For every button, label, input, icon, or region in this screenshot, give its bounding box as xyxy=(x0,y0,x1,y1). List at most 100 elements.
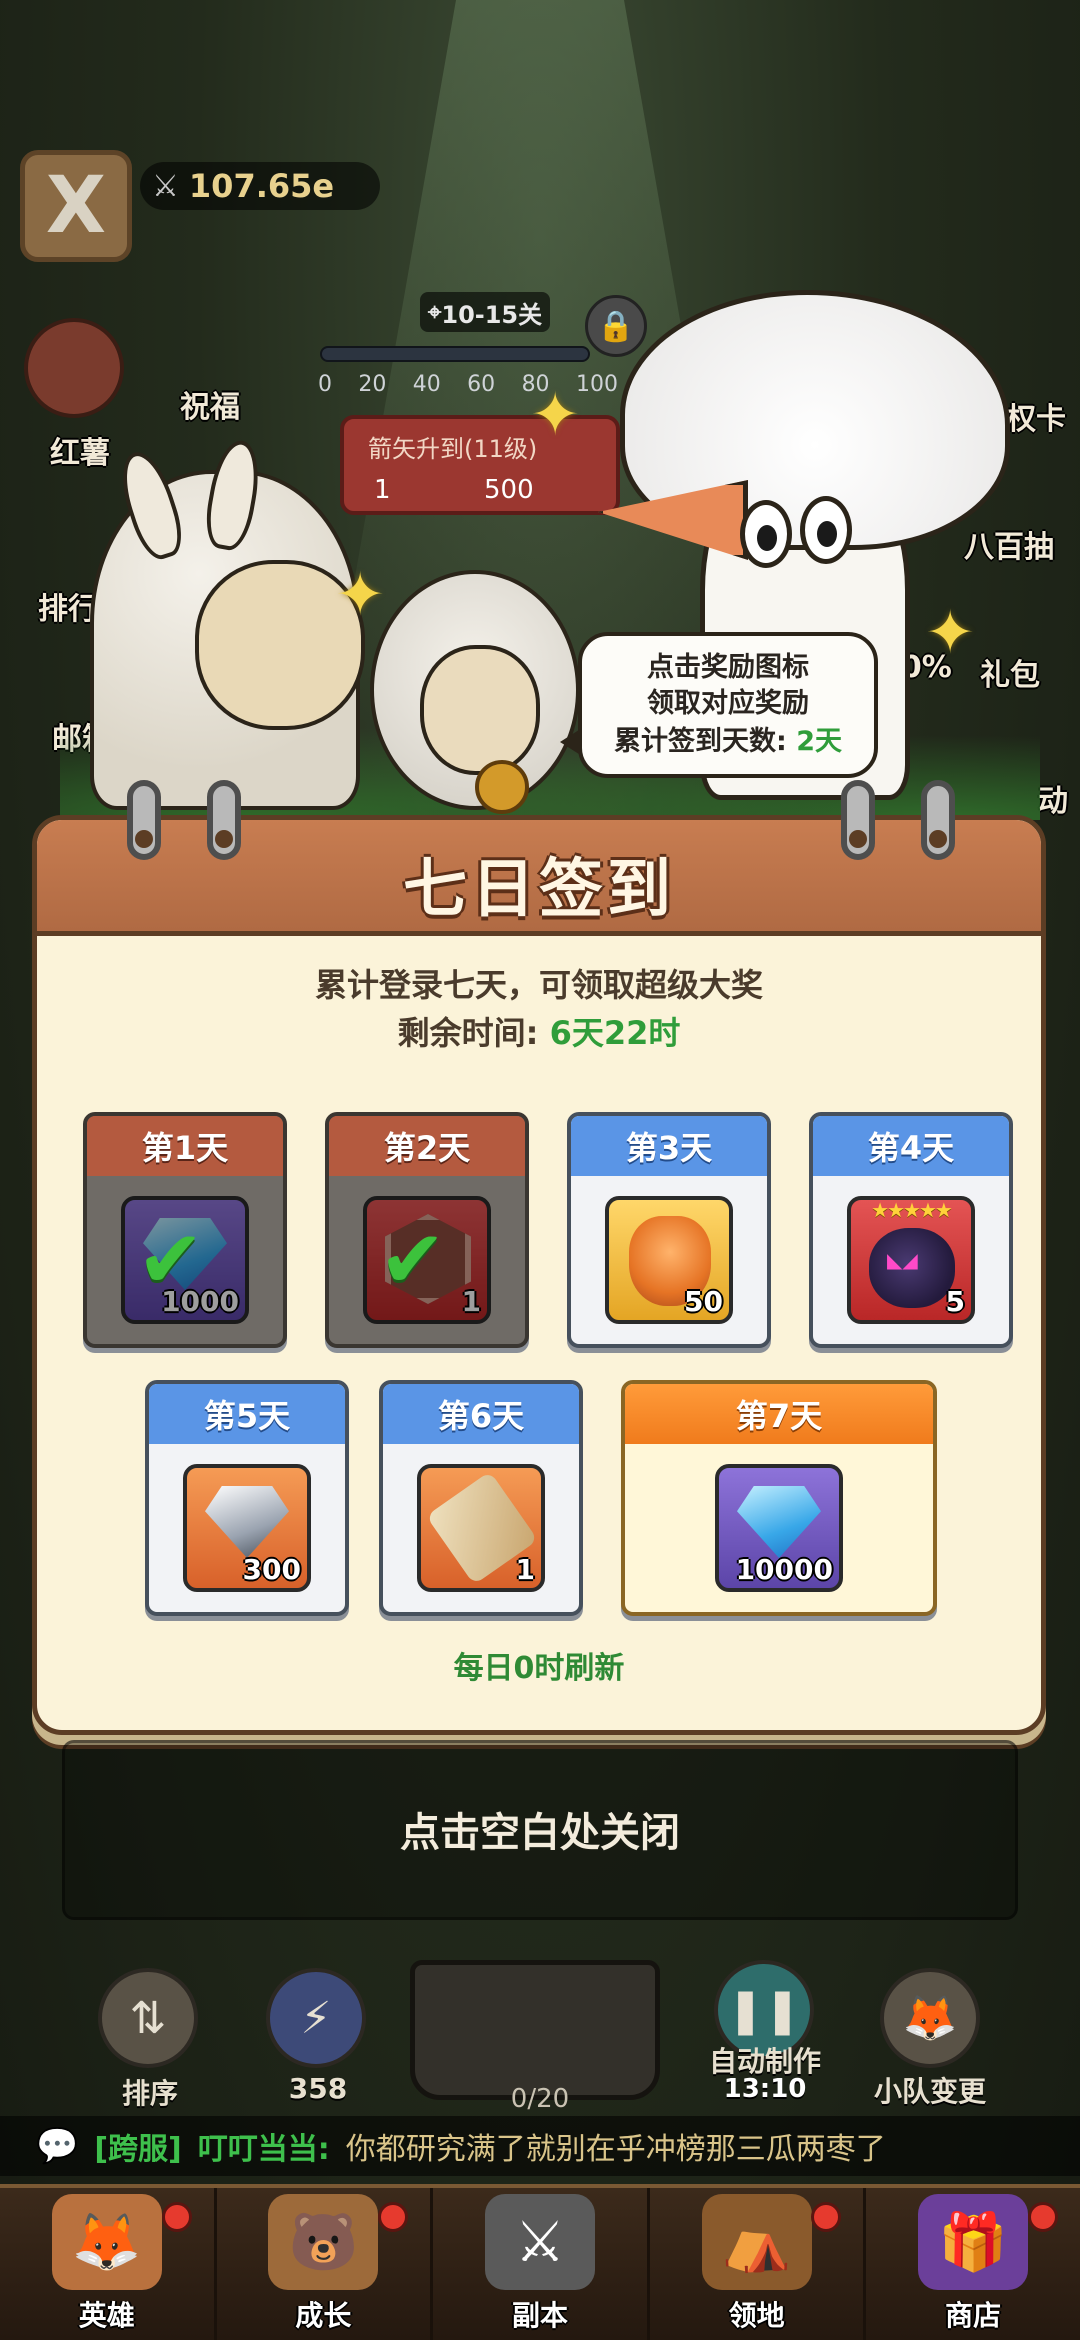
nav-heroes[interactable]: 🦊 英雄 xyxy=(0,2188,217,2340)
day-card-7[interactable]: 第7天 10000 xyxy=(621,1380,937,1616)
signin-days-value: 2天 xyxy=(796,726,842,757)
reward-count: 5 xyxy=(945,1285,965,1318)
sort-label: 排序 xyxy=(121,2077,178,2110)
stage-reward-title: 箭矢升到(11级) xyxy=(368,435,538,463)
squad-change-label: 小队变更 xyxy=(873,2075,986,2108)
nav-label: 成长 xyxy=(295,2299,352,2332)
reward-slot[interactable]: 50 xyxy=(605,1196,733,1324)
nav-shop[interactable]: 🎁 商店 xyxy=(866,2188,1080,2340)
nav-dungeon[interactable]: ⚔ 副本 xyxy=(433,2188,650,2340)
checkmark-icon: ✔ xyxy=(379,1213,447,1306)
sweet-potato-icon[interactable] xyxy=(24,318,124,418)
bell-icon xyxy=(475,760,529,814)
close-button[interactable]: X xyxy=(20,150,132,262)
day-card-header: 第5天 xyxy=(149,1384,345,1444)
nav-territory[interactable]: ⛺ 领地 xyxy=(650,2188,867,2340)
nav-label: 副本 xyxy=(511,2299,568,2332)
bubble-line-1: 点击奖励图标 xyxy=(647,652,809,683)
power-display: ⚔ 107.65e xyxy=(140,162,380,210)
star-rating: ★★★★★ xyxy=(871,1198,953,1222)
reward-count: 1 xyxy=(515,1553,535,1586)
reward-count: 50 xyxy=(684,1285,723,1318)
side-item-eight-hundred-draws[interactable]: 八百抽 xyxy=(964,522,1054,566)
day-card-header: 第6天 xyxy=(383,1384,579,1444)
stage-reward-gem-count: 1 xyxy=(374,475,391,505)
power-value: 107.65e xyxy=(188,167,335,205)
hero-icon: 🦊 xyxy=(51,2194,162,2290)
crow-hero-icon xyxy=(869,1228,955,1308)
sparkle-icon: ✦ xyxy=(530,380,581,450)
reward-slot[interactable]: 10000 xyxy=(715,1464,843,1592)
location-pin-icon: ⌖ xyxy=(427,298,442,326)
day-card-header: 第7天 xyxy=(625,1384,933,1444)
reward-slot[interactable]: ★★★★★ 5 xyxy=(847,1196,975,1324)
day-card-header: 第4天 xyxy=(813,1116,1009,1176)
forge-count: 0/20 xyxy=(510,2084,570,2114)
notification-dot xyxy=(161,2202,192,2232)
panel-subtitle: 累计登录七天，可领取超级大奖 xyxy=(314,966,763,1004)
close-icon: X xyxy=(45,161,107,251)
day-card-5[interactable]: 第5天 300 xyxy=(145,1380,349,1616)
refresh-note: 每日0时刷新 xyxy=(453,1651,625,1686)
side-item-sweet-potato[interactable]: 红薯 xyxy=(50,428,110,472)
day-card-1[interactable]: 第1天 1000 ✔ xyxy=(83,1112,287,1348)
reward-count: 1 xyxy=(461,1285,481,1318)
side-item-blessing[interactable]: 祝福 xyxy=(180,382,240,426)
tap-blank-to-close[interactable]: 点击空白处关闭 xyxy=(0,1800,1080,1858)
notification-dot xyxy=(811,2202,842,2232)
signin-days-label: 累计签到天数: xyxy=(613,726,787,757)
chat-message: 你都研究满了就别在乎冲榜那三瓜两枣了 xyxy=(345,2132,886,2167)
day-card-3[interactable]: 第3天 50 xyxy=(567,1112,771,1348)
crossed-swords-icon: ⚔ xyxy=(484,2194,595,2290)
remaining-time-label: 剩余时间: xyxy=(397,1014,539,1052)
speech-bubble: 点击奖励图标 领取对应奖励 累计签到天数: 2天 xyxy=(560,632,878,778)
checkmark-icon: ✔ xyxy=(137,1213,205,1306)
growth-icon: 🐻 xyxy=(268,2194,379,2290)
nav-growth[interactable]: 🐻 成长 xyxy=(217,2188,434,2340)
energy-button[interactable]: ⚡ xyxy=(266,1968,366,2068)
progress-tick: 0 xyxy=(318,372,332,397)
treasure-chest-icon: 🎁 xyxy=(918,2194,1029,2290)
day-card-4[interactable]: 第4天 ★★★★★ 5 xyxy=(809,1112,1013,1348)
chat-bar[interactable]: 💬 [跨服] 叮叮当当: 你都研究满了就别在乎冲榜那三瓜两枣了 xyxy=(0,2116,1080,2176)
chat-icon[interactable]: 💬 xyxy=(36,2126,78,2166)
squad-change-button[interactable]: 🦊 xyxy=(880,1968,980,2068)
energy-value: 358 xyxy=(288,2072,348,2105)
stage-reward-diamond-count: 500 xyxy=(484,475,534,505)
chat-channel: [跨服] xyxy=(94,2132,182,2167)
side-item-event[interactable]: 动 xyxy=(1038,776,1068,820)
day-card-6[interactable]: 第6天 1 xyxy=(379,1380,583,1616)
progress-tick: 100 xyxy=(575,372,618,397)
side-item-ranking[interactable]: 排行 xyxy=(38,584,98,628)
side-item-gift-pack[interactable]: 礼包 xyxy=(980,650,1040,694)
nav-label: 商店 xyxy=(945,2299,1002,2332)
stage-tag: ⌖ 10-15关 xyxy=(420,292,550,332)
white-diamond-icon xyxy=(205,1486,289,1558)
progress-tick: 60 xyxy=(467,372,496,397)
reward-count: 10000 xyxy=(735,1553,833,1586)
day-card-2[interactable]: 第2天 1 ✔ xyxy=(325,1112,529,1348)
remaining-time: 剩余时间: 6天22时 xyxy=(37,1008,1041,1054)
lock-icon[interactable]: 🔒 xyxy=(585,295,647,357)
reward-slot[interactable]: 1 xyxy=(417,1464,545,1592)
auto-craft-timer: 13:10 xyxy=(723,2074,807,2104)
sort-button[interactable]: ⇅ xyxy=(98,1968,198,2068)
reward-count: 300 xyxy=(242,1553,301,1586)
bottom-nav: 🦊 英雄 🐻 成长 ⚔ 副本 ⛺ 领地 🎁 商店 xyxy=(0,2184,1080,2340)
forge-anvil[interactable] xyxy=(410,1960,660,2100)
bubble-line-2: 领取对应奖励 xyxy=(647,688,809,719)
remaining-time-value: 6天22时 xyxy=(549,1014,681,1052)
nav-label: 英雄 xyxy=(78,2299,135,2332)
progress-tick: 40 xyxy=(412,372,441,397)
notification-dot xyxy=(1027,2202,1058,2232)
sparkle-icon: ✦ xyxy=(335,560,386,630)
progress-tick: 20 xyxy=(358,372,387,397)
stage-progress-bar xyxy=(320,346,590,362)
crossed-swords-icon: ⚔ xyxy=(152,168,179,204)
reward-slot[interactable]: 300 xyxy=(183,1464,311,1592)
day-card-header: 第3天 xyxy=(571,1116,767,1176)
day-card-header: 第2天 xyxy=(329,1116,525,1176)
tent-icon: ⛺ xyxy=(701,2194,812,2290)
sparkle-icon: ✦ xyxy=(925,598,976,668)
seven-day-signin-panel: 七日签到 累计登录七天，可领取超级大奖 剩余时间: 6天22时 第1天 1000… xyxy=(32,780,1046,1735)
